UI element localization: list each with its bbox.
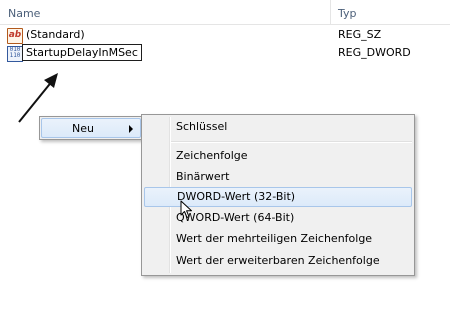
- mouse-cursor-icon: [180, 200, 192, 218]
- menu-item-expandable-string[interactable]: Wert der erweiterbaren Zeichenfolge: [144, 251, 412, 271]
- menu-item-neu[interactable]: Neu: [41, 118, 141, 138]
- menu-item-schluessel[interactable]: Schlüssel: [144, 117, 412, 137]
- menu-item-binaerwert[interactable]: Binärwert: [144, 167, 412, 187]
- submenu-arrow-icon: [129, 125, 133, 133]
- menu-separator: [171, 141, 412, 143]
- context-menu: Neu: [39, 116, 143, 140]
- new-submenu: Schlüssel Zeichenfolge Binärwert DWORD-W…: [141, 114, 415, 276]
- menu-item-multi-string[interactable]: Wert der mehrteiligen Zeichenfolge: [144, 229, 412, 249]
- menu-item-zeichenfolge[interactable]: Zeichenfolge: [144, 146, 412, 166]
